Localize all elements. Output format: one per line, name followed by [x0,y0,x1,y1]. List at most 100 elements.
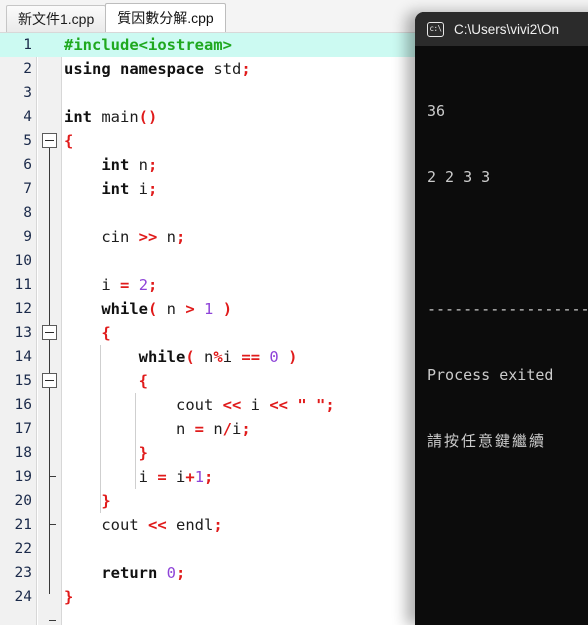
console-press-any-key-message: 請按任意鍵繼續 [427,432,547,450]
code-token-indent [64,492,101,510]
console-window[interactable]: c:\ C:\Users\vivi2\On 36 2 2 3 3 -------… [415,12,588,625]
code-token-indent [64,348,139,366]
code-token-keyword: namespace [120,60,205,78]
code-token-indent: cout [64,396,223,414]
code-token-identifier: n [157,300,186,318]
code-token-number: 1 [204,300,214,318]
code-token-paren: () [138,108,158,126]
line-number: 20 [14,493,32,509]
code-token-indent [64,300,101,318]
code-token-operator: = [120,276,130,294]
fold-guide-line-outer [49,148,50,594]
fold-end-line-24 [49,620,56,621]
fold-close-line-18 [49,476,56,477]
code-token-identifier: n [194,348,214,366]
line-numbers: 1 2 3 4 5 6 7 8 9 10 11 12 13 14 15 16 1… [0,33,37,609]
line-number: 10 [14,253,32,269]
code-token-identifier: i [129,180,148,198]
tab-label: 新文件1.cpp [18,11,95,27]
code-token-brace: } [101,492,111,510]
code-token-number: 0 [166,564,177,582]
console-title-bar[interactable]: c:\ C:\Users\vivi2\On [415,12,588,46]
tab-label: 質因數分解.cpp [117,10,214,26]
code-token-paren: ( [185,348,195,366]
code-token-semicolon: ; [213,516,223,534]
cmd-icon-glyph: c:\ [429,24,442,34]
code-token-operator: == [241,348,261,366]
line-number: 22 [14,541,32,557]
fold-close-line-20 [49,524,56,525]
line-number: 13 [14,325,32,341]
code-token-string: " " [297,396,326,414]
line-number: 15 [14,373,32,389]
code-token-keyword: int [101,156,130,174]
code-token-number: 2 [138,276,149,294]
code-token-semicolon: ; [241,420,251,438]
line-number: 8 [23,205,32,221]
code-token-identifier: n [157,228,176,246]
code-token-paren: ( [148,300,158,318]
code-token-operator: << [148,516,167,534]
code-token-keyword: return [101,564,158,582]
code-token-brace: { [101,324,111,342]
tab-new-file[interactable]: 新文件1.cpp [6,5,107,32]
code-token-keyword: int [64,108,92,126]
line-number: 21 [14,517,32,533]
code-token-operator: = [157,468,167,486]
code-token-indent [64,324,101,342]
line-number: 16 [14,397,32,413]
console-separator-line: -------------------- [427,300,588,318]
code-token-identifier: n [129,156,148,174]
code-token-keyword: while [101,300,148,318]
console-title-text: C:\Users\vivi2\On [454,21,560,37]
code-token-identifier: n [204,420,223,438]
code-token-semicolon: ; [241,60,251,78]
code-token-paren: ) [222,300,233,318]
code-token-identifier: i [222,348,242,366]
line-number: 17 [14,421,32,437]
code-token-brace: } [64,588,74,606]
line-number: 12 [14,301,32,317]
fold-toggle-line-13[interactable] [42,325,57,340]
code-token-semicolon: ; [148,276,158,294]
line-number: 24 [14,589,32,605]
code-token-indent: cin [64,228,139,246]
code-token-semicolon: ; [148,180,158,198]
fold-markers[interactable] [38,33,62,625]
line-number: 23 [14,565,32,581]
tab-prime-factorization[interactable]: 質因數分解.cpp [105,3,226,32]
line-number: 18 [14,445,32,461]
line-number: 3 [23,85,32,101]
code-token-operator: >> [138,228,158,246]
fold-toggle-line-5[interactable] [42,133,57,148]
code-token-number: 0 [269,348,279,366]
line-number: 9 [23,229,32,245]
line-number: 14 [14,349,32,365]
code-token-semicolon: ; [148,156,158,174]
code-token-operator: + [185,468,195,486]
code-token-operator: % [213,348,223,366]
code-token-function-name: main [101,108,139,126]
code-token-number: 1 [194,468,205,486]
line-number: 2 [23,61,32,77]
code-token-brace: } [138,444,148,462]
line-number: 4 [23,109,32,125]
fold-toggle-line-15[interactable] [42,373,57,388]
code-token-indent [64,180,101,198]
line-number: 7 [23,181,32,197]
code-token-identifier: i [166,468,186,486]
code-token-indent: cout [64,516,148,534]
code-token-keyword: int [101,180,130,198]
code-token-semicolon: ; [176,564,186,582]
line-number: 19 [14,469,32,485]
code-token-semicolon: ; [176,228,186,246]
code-token-semicolon: ; [204,468,214,486]
code-token-keyword: while [138,348,186,366]
console-exit-message: Process exited [427,366,554,384]
